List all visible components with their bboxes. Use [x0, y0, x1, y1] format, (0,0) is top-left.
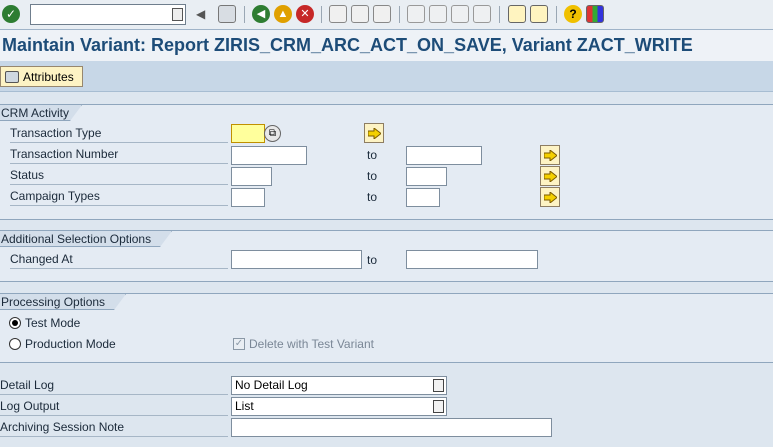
campaign-types-from[interactable] — [231, 188, 265, 207]
status-from[interactable] — [231, 167, 272, 186]
transaction-number-to[interactable] — [406, 146, 482, 165]
shortcut-icon[interactable] — [530, 5, 548, 23]
multiple-selection-button[interactable] — [364, 123, 384, 143]
next-page-icon[interactable] — [451, 5, 469, 23]
frame-title: Processing Options — [0, 294, 126, 310]
help-icon[interactable]: ? — [564, 5, 582, 23]
arrow-right-icon — [543, 170, 557, 182]
detail-log-dropdown[interactable]: No Detail Log — [231, 376, 447, 395]
multiple-selection-button[interactable] — [540, 166, 560, 186]
application-toolbar — [0, 61, 773, 92]
changed-at-from[interactable] — [231, 250, 362, 269]
changed-at-to[interactable] — [406, 250, 538, 269]
arrow-right-icon — [543, 149, 557, 161]
to-label: to — [367, 190, 378, 204]
prev-page-icon[interactable] — [429, 5, 447, 23]
command-field[interactable] — [30, 4, 186, 25]
detail-log-label: Detail Log — [0, 376, 228, 395]
dropdown-icon[interactable] — [433, 400, 444, 413]
find-icon[interactable] — [351, 5, 369, 23]
transaction-number-label: Transaction Number — [10, 145, 228, 164]
first-page-icon[interactable] — [407, 5, 425, 23]
attributes-button[interactable]: Attributes — [0, 66, 83, 87]
command-dropdown-icon[interactable] — [172, 8, 183, 21]
transaction-number-from[interactable] — [231, 146, 307, 165]
production-mode-radio[interactable]: Production Mode — [9, 337, 116, 351]
radio-button[interactable] — [9, 317, 21, 329]
dropdown-icon[interactable] — [433, 379, 444, 392]
attributes-icon — [5, 70, 19, 83]
changed-at-label: Changed At — [10, 250, 228, 269]
detail-log-value: No Detail Log — [235, 378, 308, 392]
production-mode-label: Production Mode — [25, 337, 116, 351]
back-icon[interactable]: ◀ — [252, 5, 270, 23]
session-note-input[interactable] — [231, 418, 552, 437]
campaign-types-label: Campaign Types — [10, 187, 228, 206]
frame-title: Additional Selection Options — [0, 231, 172, 247]
last-page-icon[interactable] — [473, 5, 491, 23]
status-to[interactable] — [406, 167, 447, 186]
check-icon[interactable]: ✓ — [2, 5, 20, 23]
log-output-value: List — [235, 399, 254, 413]
multiple-selection-button[interactable] — [540, 145, 560, 165]
transaction-type-label: Transaction Type — [10, 124, 228, 143]
test-mode-label: Test Mode — [25, 316, 81, 330]
frame-title: CRM Activity — [0, 105, 82, 121]
print-icon[interactable] — [329, 5, 347, 23]
multiple-selection-button[interactable] — [540, 187, 560, 207]
radio-button[interactable] — [9, 338, 21, 350]
campaign-types-to[interactable] — [406, 188, 440, 207]
delete-with-test-label: Delete with Test Variant — [249, 337, 374, 351]
log-output-dropdown[interactable]: List — [231, 397, 447, 416]
new-session-icon[interactable] — [508, 5, 526, 23]
layout-icon[interactable] — [586, 5, 604, 23]
delete-with-test-checkbox: ✓ Delete with Test Variant — [233, 337, 374, 351]
log-output-label: Log Output — [0, 397, 228, 416]
arrow-right-icon — [367, 127, 381, 139]
checkbox: ✓ — [233, 338, 245, 350]
processing-options-frame: Processing Options — [0, 293, 773, 363]
find-next-icon[interactable] — [373, 5, 391, 23]
value-help-icon[interactable]: ⧉ — [264, 125, 281, 142]
selection-screen: CRM Activity Transaction Type ⧉ Transact… — [0, 92, 773, 447]
cancel-icon[interactable]: ✕ — [296, 5, 314, 23]
back-nav-icon[interactable]: ◀ — [196, 5, 214, 23]
to-label: to — [367, 148, 378, 162]
to-label: to — [367, 253, 378, 267]
session-note-label: Archiving Session Note — [0, 418, 228, 437]
attributes-label: Attributes — [23, 69, 74, 84]
arrow-right-icon — [543, 191, 557, 203]
status-label: Status — [10, 166, 228, 185]
test-mode-radio[interactable]: Test Mode — [9, 316, 80, 330]
exit-icon[interactable]: ▲ — [274, 5, 292, 23]
system-toolbar: ✓ ◀ ◀ ▲ ✕ ? — [0, 0, 773, 30]
page-title: Maintain Variant: Report ZIRIS_CRM_ARC_A… — [2, 35, 693, 55]
transaction-type-from[interactable] — [231, 124, 265, 143]
save-icon[interactable] — [218, 5, 236, 23]
to-label: to — [367, 169, 378, 183]
